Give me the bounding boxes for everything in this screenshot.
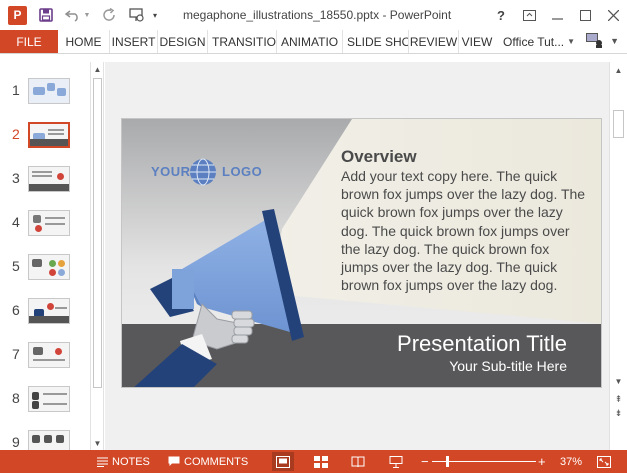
- slide-preview: [28, 298, 70, 324]
- window-title: megaphone_illustrations_18550.pptx - Pow…: [183, 8, 452, 22]
- slide-preview: [28, 254, 70, 280]
- chevron-down-icon: ▼: [567, 37, 576, 46]
- zoom-in-button[interactable]: +: [538, 450, 546, 473]
- slide-thumbnail-4[interactable]: 4: [0, 208, 90, 248]
- next-slide-icon[interactable]: ⇟: [610, 407, 627, 419]
- undo-dropdown-icon[interactable]: ▼: [83, 7, 91, 23]
- zoom-out-button[interactable]: −: [421, 450, 429, 473]
- ribbon-display-options-icon[interactable]: [515, 0, 543, 30]
- title-bar: P ▼ ▾ megaphone_illustrations_18550.pptx…: [0, 0, 627, 30]
- zoom-level[interactable]: 37%: [560, 450, 582, 473]
- slide-show-icon[interactable]: [385, 452, 407, 471]
- account-menu[interactable]: Office Tut... ▼: [495, 30, 575, 53]
- slide-preview: [28, 166, 70, 192]
- expand-ribbon-icon[interactable]: ▼: [610, 36, 619, 46]
- presentation-subtitle[interactable]: Your Sub-title Here: [449, 358, 567, 374]
- slide-number: 2: [12, 126, 20, 142]
- tab-file[interactable]: FILE: [0, 30, 58, 53]
- powerpoint-app-icon[interactable]: P: [8, 5, 27, 25]
- tab-insert[interactable]: INSERT: [110, 30, 158, 53]
- slide-preview: [28, 78, 70, 104]
- slide-number: 6: [12, 302, 20, 318]
- zoom-slider-thumb[interactable]: [446, 456, 449, 467]
- slide-preview: [28, 386, 70, 412]
- tab-home[interactable]: HOME: [58, 30, 110, 53]
- presentation-title[interactable]: Presentation Title: [397, 331, 567, 357]
- slide-thumbnail-8[interactable]: 8: [0, 384, 90, 424]
- slide-preview: [28, 342, 70, 368]
- tab-review[interactable]: REVIEW: [409, 30, 459, 53]
- slide-heading[interactable]: Overview: [341, 147, 417, 167]
- globe-icon: [190, 158, 216, 186]
- maximize-icon[interactable]: [571, 0, 599, 30]
- notes-button[interactable]: NOTES: [97, 450, 150, 473]
- thumbnail-scrollbar[interactable]: ▲ ▼: [90, 62, 104, 450]
- customize-qat-icon[interactable]: ▾: [151, 7, 159, 23]
- start-from-beginning-icon[interactable]: [129, 7, 145, 23]
- slide-thumbnail-1[interactable]: 1: [0, 76, 90, 116]
- powerpoint-window: P ▼ ▾ megaphone_illustrations_18550.pptx…: [0, 0, 627, 473]
- slide-number: 7: [12, 346, 20, 362]
- tab-slide-show[interactable]: SLIDE SHO: [343, 30, 409, 53]
- scrollbar-thumb[interactable]: [613, 110, 624, 138]
- slide-thumbnail-7[interactable]: 7: [0, 340, 90, 380]
- save-icon[interactable]: [38, 7, 54, 23]
- help-button[interactable]: ?: [487, 0, 515, 30]
- slide-preview: [28, 122, 70, 148]
- user-icon[interactable]: [583, 30, 605, 50]
- account-name: Office Tut...: [503, 34, 565, 49]
- slide-number: 3: [12, 170, 20, 186]
- slide-number: 1: [12, 82, 20, 98]
- tab-design[interactable]: DESIGN: [158, 30, 208, 53]
- slide-canvas[interactable]: YOUR LOGO Overview Add your text copy he…: [121, 118, 602, 388]
- slide-preview: [28, 210, 70, 236]
- status-bar: NOTES COMMENTS − + 37%: [0, 450, 627, 473]
- slide-editor: YOUR LOGO Overview Add your text copy he…: [105, 62, 609, 450]
- logo-text-left: YOUR: [151, 164, 191, 179]
- notes-label: NOTES: [112, 455, 150, 468]
- slide-number: 9: [12, 434, 20, 450]
- slide-number: 8: [12, 390, 20, 406]
- comments-button[interactable]: COMMENTS: [168, 450, 248, 473]
- comments-label: COMMENTS: [184, 455, 249, 468]
- tab-animations[interactable]: ANIMATIO: [277, 30, 343, 53]
- slide-thumbnail-6[interactable]: 6: [0, 296, 90, 336]
- previous-slide-icon[interactable]: ⇞: [610, 393, 627, 405]
- tab-view[interactable]: VIEW: [459, 30, 495, 53]
- editor-scrollbar[interactable]: ▲ ▼ ⇞ ⇟: [609, 62, 627, 450]
- fit-slide-icon[interactable]: [593, 452, 615, 471]
- slide-thumbnails-pane: 1 2 3 4 5 6 7 8 9: [0, 62, 90, 456]
- close-icon[interactable]: [599, 0, 627, 30]
- comment-icon: [168, 456, 180, 467]
- undo-icon[interactable]: [65, 7, 81, 23]
- slide-thumbnail-3[interactable]: 3: [0, 164, 90, 204]
- slide-thumbnail-2[interactable]: 2: [0, 120, 90, 160]
- minimize-icon[interactable]: [543, 0, 571, 30]
- reading-view-icon[interactable]: [347, 452, 369, 471]
- slide-sorter-icon[interactable]: [310, 452, 332, 471]
- redo-icon[interactable]: [102, 7, 118, 23]
- slide-thumbnail-5[interactable]: 5: [0, 252, 90, 292]
- ribbon-tabs: FILE HOME INSERT DESIGN TRANSITIO ANIMAT…: [0, 30, 627, 54]
- scroll-up-icon[interactable]: ▲: [91, 62, 104, 76]
- slide-number: 5: [12, 258, 20, 274]
- scroll-down-icon[interactable]: ▼: [91, 436, 104, 450]
- normal-view-icon[interactable]: [272, 452, 294, 471]
- logo-text-right: LOGO: [222, 164, 263, 179]
- notes-icon: [97, 457, 108, 467]
- tab-transitions[interactable]: TRANSITIO: [208, 30, 277, 53]
- slide-body-text[interactable]: Add your text copy here. The quick brown…: [341, 167, 589, 294]
- scroll-down-icon[interactable]: ▼: [610, 375, 627, 387]
- scrollbar-thumb[interactable]: [93, 78, 102, 388]
- scroll-up-icon[interactable]: ▲: [610, 64, 627, 76]
- slide-number: 4: [12, 214, 20, 230]
